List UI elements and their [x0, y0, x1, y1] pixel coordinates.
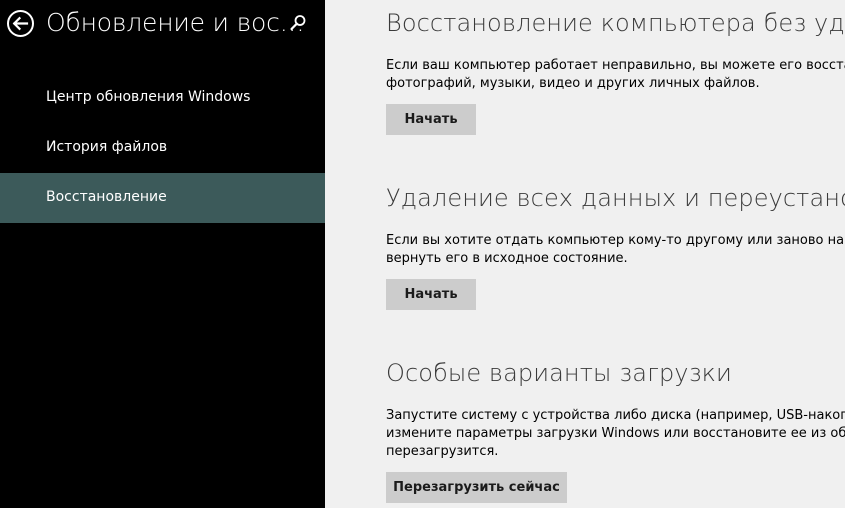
section-advanced-startup: Особые варианты загрузки Запустите систе… — [386, 359, 845, 461]
refresh-start-button[interactable]: Начать — [386, 104, 476, 135]
section-description-line: перезагрузится. — [386, 444, 499, 459]
section-title: Восстановление компьютера без удален — [386, 9, 845, 37]
search-button[interactable] — [288, 13, 308, 33]
section-title: Особые варианты загрузки — [386, 359, 732, 387]
sidebar-item-recovery[interactable]: Восстановление — [0, 173, 325, 223]
sidebar-item-label: История файлов — [46, 139, 168, 155]
section-reset: Удаление всех данных и переустановка Есл… — [386, 184, 845, 268]
section-description-line: вернуть его в исходное состояние. — [386, 251, 628, 266]
header: Обновление и вос… — [0, 0, 325, 50]
main-content: Восстановление компьютера без удален Есл… — [325, 0, 845, 508]
sidebar-item-label: Центр обновления Windows — [46, 89, 251, 105]
section-description-line: измените параметры загрузки Windows или … — [386, 426, 845, 441]
reset-start-button[interactable]: Начать — [386, 279, 476, 310]
sidebar: Обновление и вос… Центр обновления Windo… — [0, 0, 325, 508]
sidebar-item-file-history[interactable]: История файлов — [0, 123, 325, 173]
section-description-line: Если ваш компьютер работает неправильно,… — [386, 58, 845, 73]
search-icon — [290, 15, 306, 31]
back-arrow-icon — [7, 10, 34, 37]
page-title: Обновление и вос… — [46, 8, 305, 37]
section-description-line: Запустите систему с устройства либо диск… — [386, 408, 845, 423]
section-title: Удаление всех данных и переустановка — [386, 184, 845, 212]
section-description-line: Если вы хотите отдать компьютер кому-то … — [386, 233, 845, 248]
section-description-line: фотографий, музыки, видео и других личны… — [386, 76, 760, 91]
back-button[interactable] — [6, 9, 35, 38]
sidebar-item-label: Восстановление — [46, 189, 167, 205]
section-refresh: Восстановление компьютера без удален Есл… — [386, 9, 845, 93]
restart-now-button[interactable]: Перезагрузить сейчас — [386, 472, 567, 503]
sidebar-item-windows-update[interactable]: Центр обновления Windows — [0, 73, 325, 123]
